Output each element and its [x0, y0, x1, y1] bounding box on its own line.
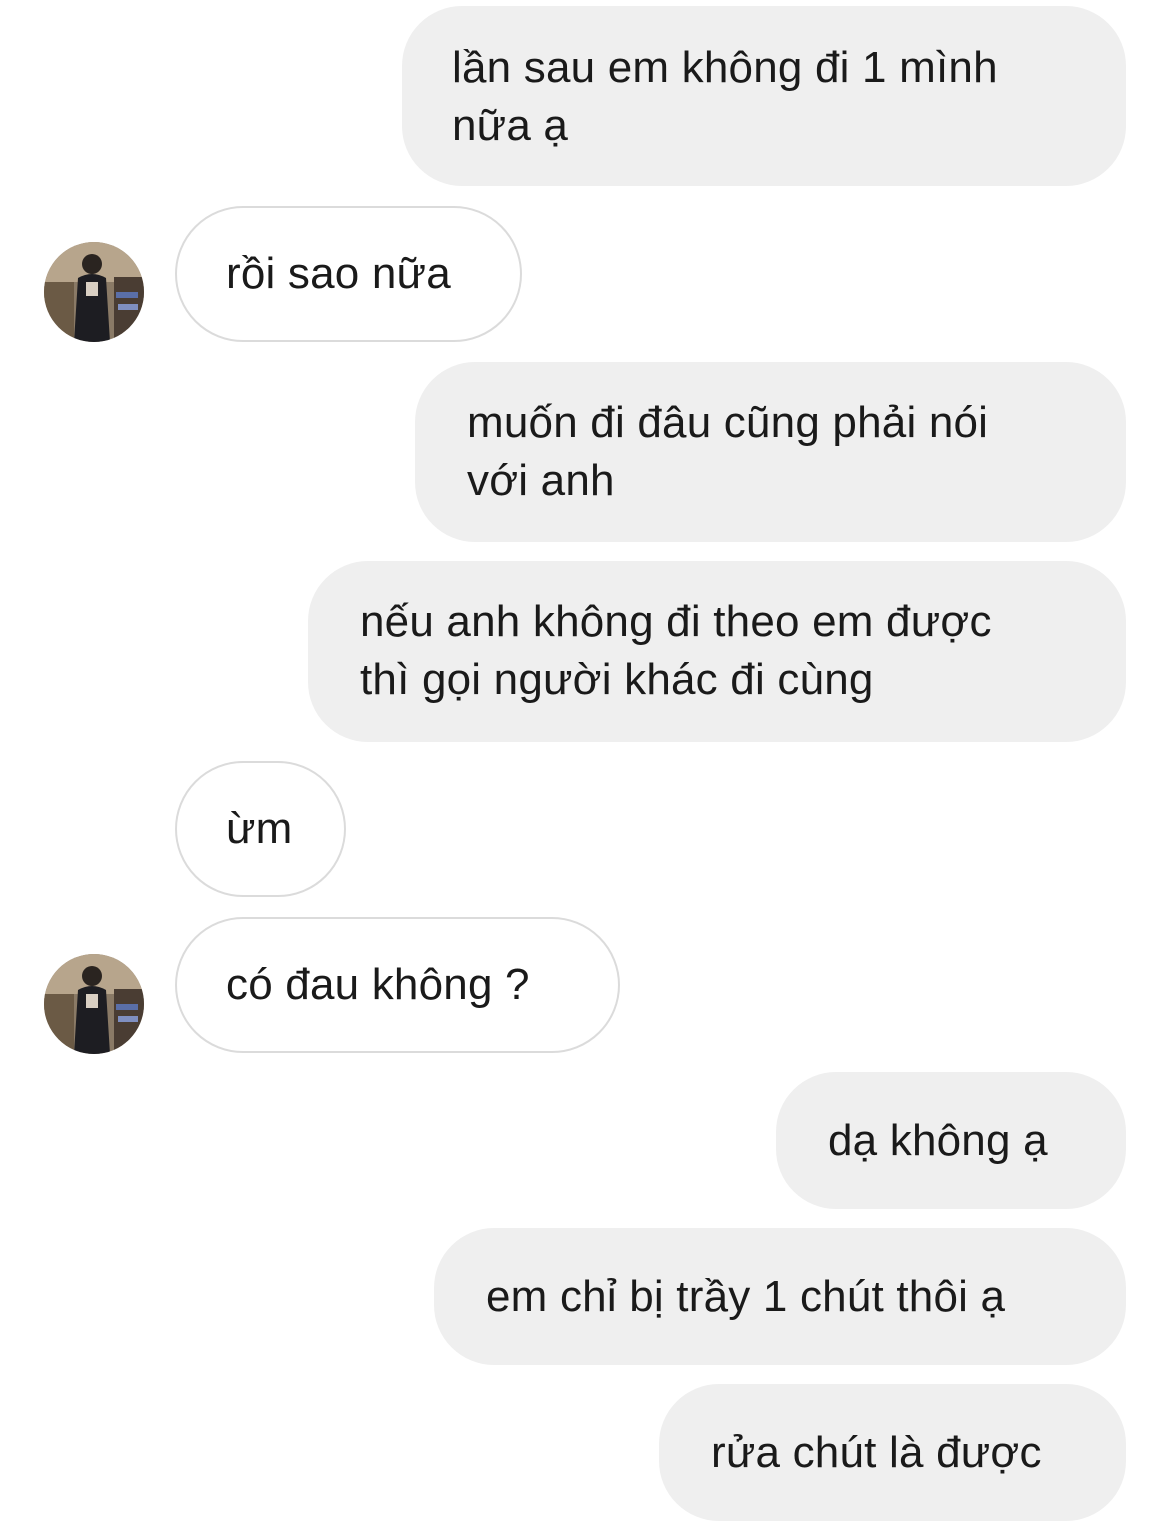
- message-bubble-received[interactable]: rồi sao nữa: [175, 206, 522, 342]
- message-bubble-sent[interactable]: rửa chút là được: [659, 1384, 1126, 1521]
- message-bubble-sent[interactable]: em chỉ bị trầy 1 chút thôi ạ: [434, 1228, 1126, 1365]
- message-text: nếu anh không đi theo em được thì gọi ng…: [360, 597, 992, 704]
- message-bubble-sent[interactable]: dạ không ạ: [776, 1072, 1126, 1209]
- avatar-photo-icon: [44, 242, 144, 342]
- message-bubble-received[interactable]: ừm: [175, 761, 346, 897]
- avatar[interactable]: [44, 954, 144, 1054]
- message-text: em chỉ bị trầy 1 chút thôi ạ: [486, 1272, 1006, 1321]
- message-text: muốn đi đâu cũng phải nói với anh: [467, 398, 989, 505]
- message-text: ừm: [226, 804, 293, 853]
- message-text: rửa chút là được: [711, 1428, 1042, 1477]
- message-bubble-sent[interactable]: muốn đi đâu cũng phải nói với anh: [415, 362, 1126, 542]
- message-bubble-received[interactable]: có đau không ?: [175, 917, 620, 1053]
- message-bubble-sent[interactable]: nếu anh không đi theo em được thì gọi ng…: [308, 561, 1126, 742]
- message-bubble-sent[interactable]: lần sau em không đi 1 mình nữa ạ: [402, 6, 1126, 186]
- message-text: lần sau em không đi 1 mình nữa ạ: [452, 43, 998, 150]
- message-text: có đau không ?: [226, 960, 530, 1009]
- message-text: dạ không ạ: [828, 1116, 1048, 1165]
- message-text: rồi sao nữa: [226, 249, 451, 298]
- avatar-photo-icon: [44, 954, 144, 1054]
- avatar[interactable]: [44, 242, 144, 342]
